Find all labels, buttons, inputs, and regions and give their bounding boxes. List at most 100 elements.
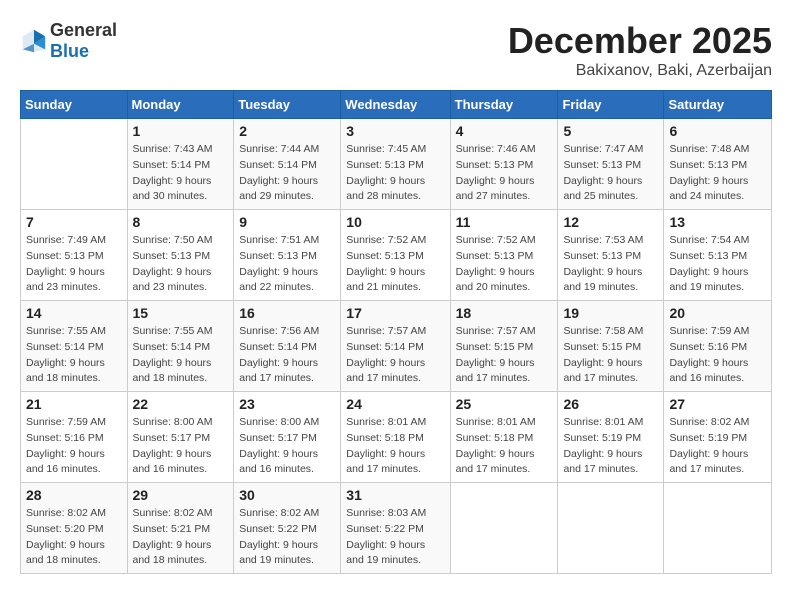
day-number: 21 xyxy=(26,396,122,412)
header-row: SundayMondayTuesdayWednesdayThursdayFrid… xyxy=(21,91,772,119)
day-number: 6 xyxy=(669,123,766,139)
day-info: Sunrise: 7:48 AM Sunset: 5:13 PM Dayligh… xyxy=(669,142,766,205)
calendar-cell: 17 Sunrise: 7:57 AM Sunset: 5:14 PM Dayli… xyxy=(341,301,450,392)
day-info: Sunrise: 7:53 AM Sunset: 5:13 PM Dayligh… xyxy=(563,233,658,296)
day-number: 24 xyxy=(346,396,444,412)
day-info: Sunrise: 7:50 AM Sunset: 5:13 PM Dayligh… xyxy=(133,233,229,296)
day-info: Sunrise: 8:00 AM Sunset: 5:17 PM Dayligh… xyxy=(239,415,335,478)
day-info: Sunrise: 7:59 AM Sunset: 5:16 PM Dayligh… xyxy=(26,415,122,478)
calendar-week-2: 7 Sunrise: 7:49 AM Sunset: 5:13 PM Daylig… xyxy=(21,210,772,301)
calendar-cell: 30 Sunrise: 8:02 AM Sunset: 5:22 PM Dayli… xyxy=(234,483,341,574)
day-info: Sunrise: 8:03 AM Sunset: 5:22 PM Dayligh… xyxy=(346,506,444,569)
day-info: Sunrise: 7:58 AM Sunset: 5:15 PM Dayligh… xyxy=(563,324,658,387)
calendar-cell: 31 Sunrise: 8:03 AM Sunset: 5:22 PM Dayli… xyxy=(341,483,450,574)
calendar-week-4: 21 Sunrise: 7:59 AM Sunset: 5:16 PM Dayli… xyxy=(21,392,772,483)
day-info: Sunrise: 8:01 AM Sunset: 5:18 PM Dayligh… xyxy=(346,415,444,478)
day-number: 9 xyxy=(239,214,335,230)
calendar-cell: 16 Sunrise: 7:56 AM Sunset: 5:14 PM Dayli… xyxy=(234,301,341,392)
calendar-cell: 22Sunrise: 8:00 AM Sunset: 5:17 PM Dayli… xyxy=(127,392,234,483)
day-number: 2 xyxy=(239,123,335,139)
day-number: 18 xyxy=(456,305,553,321)
day-number: 12 xyxy=(563,214,658,230)
day-number: 1 xyxy=(133,123,229,139)
day-number: 30 xyxy=(239,487,335,503)
day-number: 27 xyxy=(669,396,766,412)
header-cell-sunday: Sunday xyxy=(21,91,128,119)
day-number: 16 xyxy=(239,305,335,321)
day-info: Sunrise: 7:56 AM Sunset: 5:14 PM Dayligh… xyxy=(239,324,335,387)
day-number: 7 xyxy=(26,214,122,230)
calendar-cell xyxy=(664,483,772,574)
calendar-week-1: 1 Sunrise: 7:43 AM Sunset: 5:14 PM Daylig… xyxy=(21,119,772,210)
day-info: Sunrise: 8:02 AM Sunset: 5:19 PM Dayligh… xyxy=(669,415,766,478)
page-header: General Blue December 2025 Bakixanov, Ba… xyxy=(20,20,772,80)
calendar-table: SundayMondayTuesdayWednesdayThursdayFrid… xyxy=(20,90,772,574)
calendar-cell: 12 Sunrise: 7:53 AM Sunset: 5:13 PM Dayli… xyxy=(558,210,664,301)
logo-icon xyxy=(20,27,48,55)
calendar-cell: 3 Sunrise: 7:45 AM Sunset: 5:13 PM Daylig… xyxy=(341,119,450,210)
day-number: 23 xyxy=(239,396,335,412)
month-title: December 2025 xyxy=(508,20,772,62)
header-cell-friday: Friday xyxy=(558,91,664,119)
calendar-cell: 4Sunrise: 7:46 AM Sunset: 5:13 PM Daylig… xyxy=(450,119,558,210)
calendar-cell xyxy=(21,119,128,210)
day-info: Sunrise: 7:44 AM Sunset: 5:14 PM Dayligh… xyxy=(239,142,335,205)
day-number: 17 xyxy=(346,305,444,321)
header-cell-monday: Monday xyxy=(127,91,234,119)
calendar-cell: 28 Sunrise: 8:02 AM Sunset: 5:20 PM Dayli… xyxy=(21,483,128,574)
day-info: Sunrise: 7:47 AM Sunset: 5:13 PM Dayligh… xyxy=(563,142,658,205)
day-info: Sunrise: 7:55 AM Sunset: 5:14 PM Dayligh… xyxy=(133,324,229,387)
day-info: Sunrise: 7:52 AM Sunset: 5:13 PM Dayligh… xyxy=(346,233,444,296)
day-info: Sunrise: 7:52 AM Sunset: 5:13 PM Dayligh… xyxy=(456,233,553,296)
day-number: 8 xyxy=(133,214,229,230)
header-cell-tuesday: Tuesday xyxy=(234,91,341,119)
title-block: December 2025 Bakixanov, Baki, Azerbaija… xyxy=(508,20,772,80)
calendar-cell xyxy=(450,483,558,574)
day-number: 3 xyxy=(346,123,444,139)
day-info: Sunrise: 7:49 AM Sunset: 5:13 PM Dayligh… xyxy=(26,233,122,296)
header-cell-wednesday: Wednesday xyxy=(341,91,450,119)
calendar-header: SundayMondayTuesdayWednesdayThursdayFrid… xyxy=(21,91,772,119)
day-number: 31 xyxy=(346,487,444,503)
day-info: Sunrise: 7:54 AM Sunset: 5:13 PM Dayligh… xyxy=(669,233,766,296)
calendar-cell: 7 Sunrise: 7:49 AM Sunset: 5:13 PM Daylig… xyxy=(21,210,128,301)
day-number: 14 xyxy=(26,305,122,321)
day-number: 28 xyxy=(26,487,122,503)
day-info: Sunrise: 7:57 AM Sunset: 5:14 PM Dayligh… xyxy=(346,324,444,387)
calendar-cell: 10Sunrise: 7:52 AM Sunset: 5:13 PM Dayli… xyxy=(341,210,450,301)
calendar-cell: 19Sunrise: 7:58 AM Sunset: 5:15 PM Dayli… xyxy=(558,301,664,392)
day-info: Sunrise: 8:01 AM Sunset: 5:18 PM Dayligh… xyxy=(456,415,553,478)
calendar-cell: 1 Sunrise: 7:43 AM Sunset: 5:14 PM Daylig… xyxy=(127,119,234,210)
day-info: Sunrise: 7:57 AM Sunset: 5:15 PM Dayligh… xyxy=(456,324,553,387)
day-info: Sunrise: 8:00 AM Sunset: 5:17 PM Dayligh… xyxy=(133,415,229,478)
calendar-cell: 8 Sunrise: 7:50 AM Sunset: 5:13 PM Daylig… xyxy=(127,210,234,301)
day-number: 4 xyxy=(456,123,553,139)
calendar-cell: 26Sunrise: 8:01 AM Sunset: 5:19 PM Dayli… xyxy=(558,392,664,483)
day-info: Sunrise: 8:02 AM Sunset: 5:21 PM Dayligh… xyxy=(133,506,229,569)
logo-text-general: General xyxy=(50,20,117,40)
day-info: Sunrise: 7:43 AM Sunset: 5:14 PM Dayligh… xyxy=(133,142,229,205)
calendar-cell: 25Sunrise: 8:01 AM Sunset: 5:18 PM Dayli… xyxy=(450,392,558,483)
calendar-cell: 29Sunrise: 8:02 AM Sunset: 5:21 PM Dayli… xyxy=(127,483,234,574)
calendar-cell: 5 Sunrise: 7:47 AM Sunset: 5:13 PM Daylig… xyxy=(558,119,664,210)
calendar-cell xyxy=(558,483,664,574)
day-info: Sunrise: 7:45 AM Sunset: 5:13 PM Dayligh… xyxy=(346,142,444,205)
calendar-cell: 2 Sunrise: 7:44 AM Sunset: 5:14 PM Daylig… xyxy=(234,119,341,210)
day-number: 5 xyxy=(563,123,658,139)
calendar-cell: 6 Sunrise: 7:48 AM Sunset: 5:13 PM Daylig… xyxy=(664,119,772,210)
calendar-cell: 20Sunrise: 7:59 AM Sunset: 5:16 PM Dayli… xyxy=(664,301,772,392)
header-cell-saturday: Saturday xyxy=(664,91,772,119)
calendar-cell: 18 Sunrise: 7:57 AM Sunset: 5:15 PM Dayli… xyxy=(450,301,558,392)
day-info: Sunrise: 8:02 AM Sunset: 5:20 PM Dayligh… xyxy=(26,506,122,569)
logo-text-blue: Blue xyxy=(50,41,89,61)
day-number: 15 xyxy=(133,305,229,321)
day-number: 20 xyxy=(669,305,766,321)
logo: General Blue xyxy=(20,20,117,62)
day-info: Sunrise: 8:02 AM Sunset: 5:22 PM Dayligh… xyxy=(239,506,335,569)
calendar-cell: 24 Sunrise: 8:01 AM Sunset: 5:18 PM Dayli… xyxy=(341,392,450,483)
calendar-body: 1 Sunrise: 7:43 AM Sunset: 5:14 PM Daylig… xyxy=(21,119,772,574)
header-cell-thursday: Thursday xyxy=(450,91,558,119)
location-subtitle: Bakixanov, Baki, Azerbaijan xyxy=(508,62,772,80)
day-number: 11 xyxy=(456,214,553,230)
day-info: Sunrise: 7:51 AM Sunset: 5:13 PM Dayligh… xyxy=(239,233,335,296)
